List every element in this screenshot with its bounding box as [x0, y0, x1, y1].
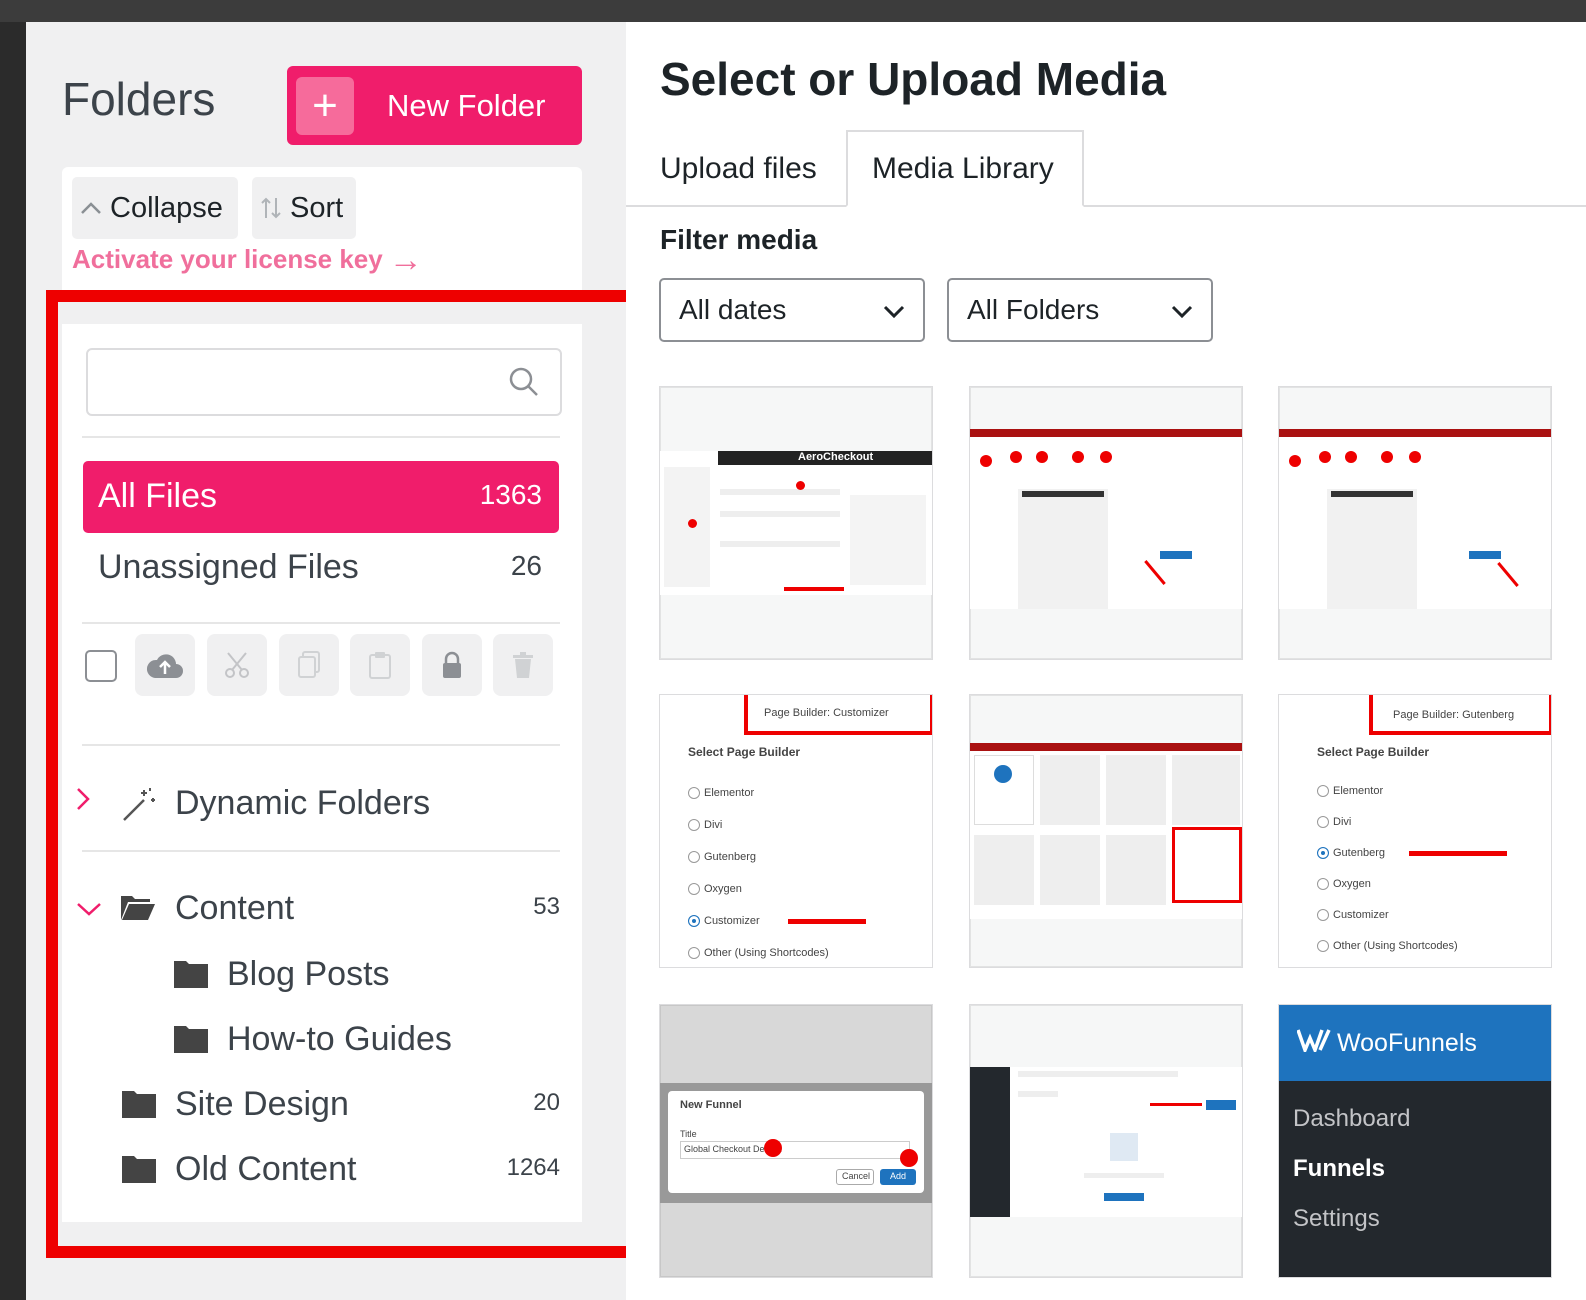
- date-filter-select[interactable]: All dates: [659, 278, 925, 342]
- arrow-right-icon: →: [388, 241, 423, 279]
- aerocheckout-text: AeroCheckout: [798, 451, 874, 463]
- collapse-button[interactable]: Collapse: [72, 177, 238, 239]
- chevron-down-icon: [1171, 305, 1193, 319]
- radio-label: Other (Using Shortcodes): [1333, 940, 1458, 952]
- select-page-builder-heading: Select Page Builder: [688, 745, 801, 759]
- media-thumbnail[interactable]: [969, 386, 1243, 660]
- menu-item: Dashboard: [1293, 1105, 1411, 1132]
- radio-label: Gutenberg: [1333, 847, 1385, 859]
- media-area: Select or Upload Media Upload files Medi…: [626, 22, 1586, 1300]
- license-text: Activate your license key: [72, 244, 383, 274]
- highlight-frame: [46, 290, 640, 1258]
- new-funnel-dialog-preview: New Funnel Title Global Checkout Default…: [668, 1091, 924, 1193]
- media-modal: Folders + New Folder Collapse Sort Activ…: [26, 22, 1586, 1300]
- radio-label: Divi: [1333, 816, 1352, 828]
- screenshot-preview: Page Builder: Customizer Select Page Bui…: [660, 695, 932, 967]
- woofunnels-brand: WooFunnels: [1337, 1029, 1477, 1057]
- page-builder-text: Page Builder: Customizer: [764, 707, 889, 719]
- folder-filter-select[interactable]: All Folders: [947, 278, 1213, 342]
- new-folder-label: New Folder: [387, 87, 546, 123]
- screenshot-preview: [1279, 429, 1551, 609]
- radio-label: Oxygen: [704, 883, 742, 895]
- cancel-text: Cancel: [842, 1171, 871, 1181]
- radio-label: Elementor: [704, 787, 755, 799]
- screenshot-preview: AeroCheckout: [660, 451, 932, 595]
- tab-media-library[interactable]: Media Library: [846, 130, 1084, 207]
- sort-label: Sort: [290, 191, 344, 224]
- filter-media-label: Filter media: [660, 224, 818, 255]
- screenshot-preview: [970, 429, 1242, 609]
- media-thumbnail[interactable]: AeroCheckout: [659, 386, 933, 660]
- menu-item: Funnels: [1293, 1155, 1386, 1182]
- folders-sidebar: Folders + New Folder Collapse Sort Activ…: [26, 22, 640, 1300]
- media-title: Select or Upload Media: [660, 53, 1167, 105]
- media-thumbnail[interactable]: Page Builder: Gutenberg Select Page Buil…: [1278, 694, 1552, 968]
- chevron-up-icon: [72, 201, 110, 215]
- radio-label: Gutenberg: [704, 851, 756, 863]
- media-thumbnail[interactable]: WooFunnels Dashboard Funnels Settings: [1278, 1004, 1552, 1278]
- activate-license-link[interactable]: Activate your license key →: [72, 241, 423, 280]
- radio-label: Elementor: [1333, 785, 1384, 797]
- new-folder-button[interactable]: + New Folder: [287, 66, 582, 145]
- media-thumbnail[interactable]: [969, 1004, 1243, 1278]
- page-builder-text: Page Builder: Gutenberg: [1393, 709, 1515, 721]
- radio-label: Oxygen: [1333, 878, 1371, 890]
- add-text: Add: [890, 1171, 907, 1181]
- media-thumbnail[interactable]: New Funnel Title Global Checkout Default…: [659, 1004, 933, 1278]
- date-filter-value: All dates: [679, 294, 787, 325]
- folders-title: Folders: [62, 73, 216, 125]
- chevron-down-icon: [883, 305, 905, 319]
- screenshot-preview: [970, 743, 1242, 919]
- woofunnels-logo-icon: [1296, 1027, 1331, 1059]
- folder-filter-value: All Folders: [967, 294, 1100, 325]
- menu-item: Settings: [1293, 1205, 1380, 1232]
- collapse-label: Collapse: [110, 191, 223, 224]
- radio-label: Other (Using Shortcodes): [704, 947, 829, 959]
- radio-label: Customizer: [704, 915, 760, 927]
- media-thumbnail[interactable]: Page Builder: Customizer Select Page Bui…: [659, 694, 933, 968]
- background-toolbar: [0, 0, 1586, 22]
- radio-label: Customizer: [1333, 909, 1389, 921]
- screenshot-preview: [970, 1067, 1242, 1217]
- sort-icon: [252, 196, 290, 220]
- media-thumbnail[interactable]: [969, 694, 1243, 968]
- new-funnel-title: New Funnel: [680, 1099, 742, 1111]
- media-thumbnail[interactable]: [1278, 386, 1552, 660]
- select-page-builder-heading: Select Page Builder: [1317, 745, 1430, 759]
- tab-upload-files[interactable]: Upload files: [660, 130, 817, 207]
- sort-button[interactable]: Sort: [252, 177, 356, 239]
- folder-tools: Collapse Sort Activate your license key →: [62, 167, 582, 292]
- plus-icon: +: [296, 76, 354, 135]
- field-label: Title: [680, 1129, 697, 1139]
- radio-label: Divi: [704, 819, 723, 831]
- screenshot-preview: Page Builder: Gutenberg Select Page Buil…: [1279, 695, 1551, 967]
